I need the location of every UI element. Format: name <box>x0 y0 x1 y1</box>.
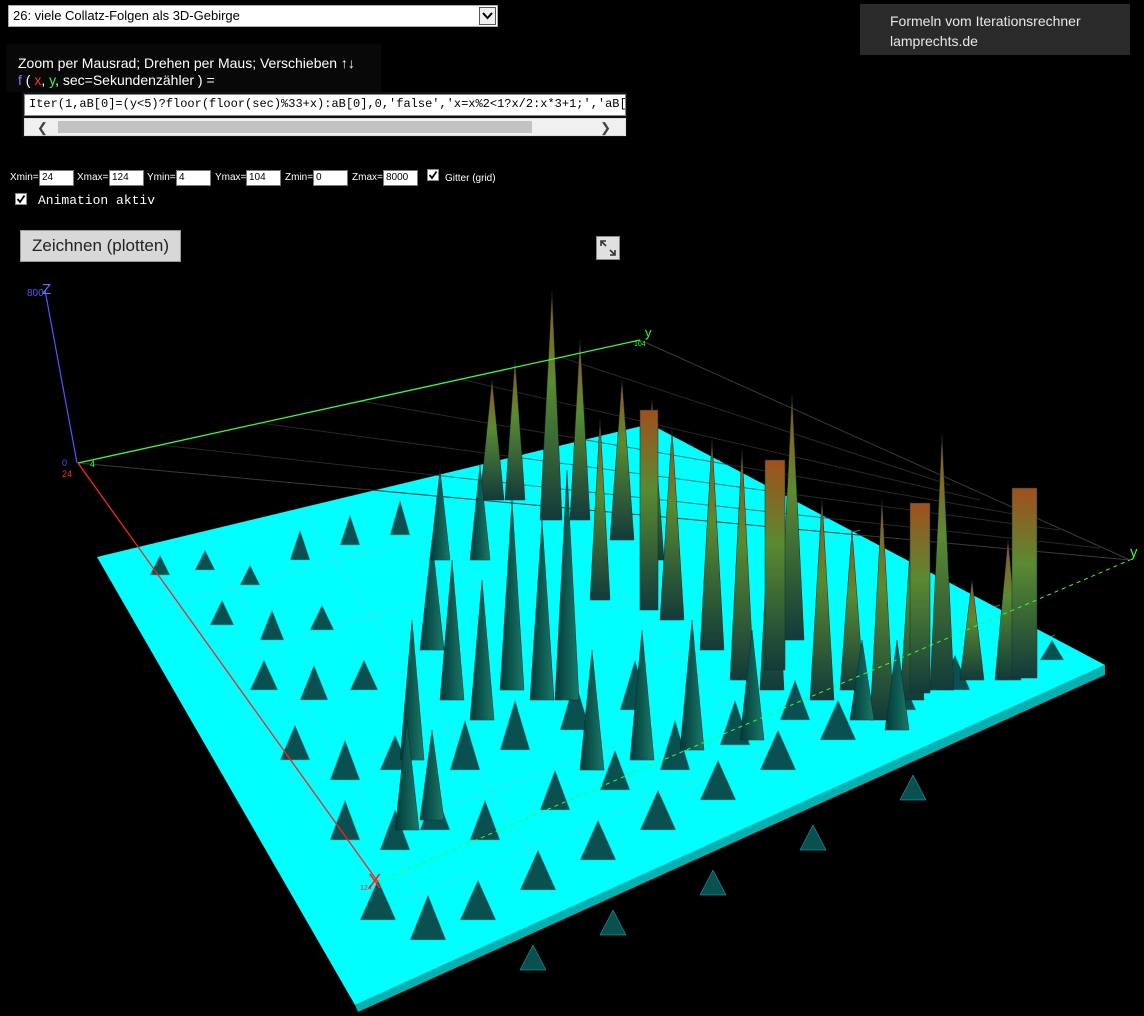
scrollbar-thumb[interactable] <box>58 121 532 133</box>
xmax-input[interactable]: 124 <box>109 170 144 186</box>
example-select-value: 26: viele Collatz-Folgen als 3D-Gebirge <box>13 8 240 23</box>
ymin-label: Ymin= <box>147 172 176 183</box>
ymax-input[interactable]: 104 <box>246 170 281 186</box>
x-axis-min-label: 24 <box>62 469 72 479</box>
example-select[interactable]: 26: viele Collatz-Folgen als 3D-Gebirge <box>8 5 498 27</box>
brand-line-2: lamprechts.de <box>890 33 978 49</box>
formula-scrollbar[interactable]: ❮ ❯ <box>24 118 626 136</box>
brand-line-1: Formeln vom Iterationsrechner <box>890 13 1081 29</box>
y-axis-min-label: 4 <box>90 459 95 469</box>
z-axis <box>44 289 78 464</box>
grid-checkbox-label: Gitter (grid) <box>445 173 496 184</box>
controls-hint: Zoom per Mausrad; Drehen per Maus; Versc… <box>18 55 355 71</box>
chevron-right-icon[interactable]: ❯ <box>600 120 611 136</box>
xmin-input[interactable]: 24 <box>39 170 74 186</box>
x-axis-max-label: 124 <box>360 885 372 892</box>
z-axis-label: Z <box>42 281 51 298</box>
formula-input[interactable]: Iter(1,aB[0]=(y<5)?floor(floor(sec)%33+x… <box>24 94 626 116</box>
ymax-label: Ymax= <box>215 172 247 183</box>
plot-canvas[interactable]: 800 Z 0 y 4 104 y 24 X 124 <box>0 268 1144 1016</box>
grid-checkbox[interactable] <box>427 169 439 181</box>
site-brand-link[interactable]: Formeln vom Iterationsrechner lamprechts… <box>860 4 1130 55</box>
zmax-input[interactable]: 8000 <box>383 170 418 186</box>
chevron-down-icon[interactable] <box>479 7 496 25</box>
animation-checkbox[interactable] <box>15 193 27 205</box>
fullscreen-toggle-icon[interactable] <box>596 236 620 260</box>
ymin-input[interactable]: 4 <box>176 170 211 186</box>
xmin-label: Xmin= <box>10 172 39 183</box>
chevron-left-icon[interactable]: ❮ <box>37 120 48 136</box>
y-axis-end-label: 104 <box>634 341 646 348</box>
zmin-input[interactable]: 0 <box>313 170 348 186</box>
plot-button[interactable]: Zeichnen (plotten) <box>20 230 181 262</box>
function-signature: f ( x, y, sec=Sekundenzähler ) = <box>18 72 215 88</box>
xmax-label: Xmax= <box>77 172 109 183</box>
z-axis-min-label: 0 <box>62 458 67 468</box>
paren-open: ( <box>21 72 35 88</box>
zmin-label: Zmin= <box>285 172 314 183</box>
y-axis-front-label: y <box>1130 544 1138 561</box>
y-axis-label: y <box>645 325 652 340</box>
animation-checkbox-label: Animation aktiv <box>38 193 156 208</box>
function-params-rest: , sec=Sekundenzähler ) = <box>55 72 215 88</box>
zmax-label: Zmax= <box>352 172 383 183</box>
